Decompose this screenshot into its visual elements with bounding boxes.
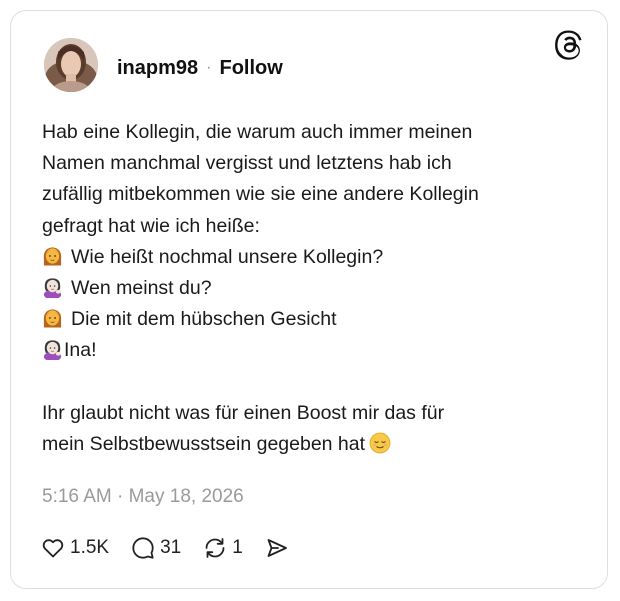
dialogue-text: Ina!: [64, 339, 97, 362]
post-text-line: gefragt hat wie ich heiße:: [42, 214, 260, 237]
threads-post-card: inapm98 · Follow Hab eine Kollegin, die …: [10, 10, 608, 589]
header-separator: ·: [206, 59, 212, 76]
reply-count: 31: [160, 537, 182, 558]
post-text-line: Namen manchmal vergisst und letztens hab…: [42, 152, 452, 175]
threads-logo-icon[interactable]: [555, 30, 585, 60]
dialogue-line: Die mit dem hübschen Gesicht: [42, 304, 582, 335]
send-icon: [267, 539, 287, 557]
dialogue-line: Wie heißt nochmal unsere Kollegin?: [42, 242, 582, 273]
share-button[interactable]: [265, 536, 289, 560]
woman-emoji: [43, 247, 62, 266]
dialogue-line: Wen meinst du?: [42, 273, 582, 304]
post-text-line: zufällig mitbekommen wie sie eine andere…: [42, 183, 479, 206]
dialogue-text: Wie heißt nochmal unsere Kollegin?: [71, 245, 384, 268]
dialogue-line: Ina!: [42, 335, 582, 366]
woman-emoji: [43, 309, 62, 328]
comment-icon: [132, 537, 154, 559]
reply-button[interactable]: 31: [131, 536, 181, 560]
repost-count: 1: [232, 537, 243, 558]
woman-tipping-hand-emoji: [43, 340, 62, 361]
woman-tipping-hand-emoji: [43, 278, 62, 299]
username-link[interactable]: inapm98: [117, 57, 198, 80]
post-body: Hab eine Kollegin, die warum auch immer …: [42, 117, 582, 460]
dialogue-text: Wen meinst du?: [71, 277, 212, 300]
avatar[interactable]: [44, 38, 98, 92]
like-button[interactable]: 1.5K: [41, 536, 109, 560]
post-text-segment: mein Selbstbewusstsein gegeben hat: [42, 433, 366, 456]
repost-button[interactable]: 1: [203, 536, 243, 560]
like-count: 1.5K: [70, 537, 110, 558]
repost-icon: [205, 538, 225, 558]
post-header: inapm98 · Follow: [117, 55, 283, 81]
post-text-line: Hab eine Kollegin, die warum auch immer …: [42, 121, 473, 143]
heart-icon: [42, 539, 64, 558]
dialogue-text: Die mit dem hübschen Gesicht: [71, 308, 337, 331]
post-text-line: mein Selbstbewusstsein gegeben hat: [42, 429, 582, 460]
relieved-face-emoji: [369, 432, 391, 454]
action-bar: 1.5K 31 1: [41, 533, 311, 563]
follow-button[interactable]: Follow: [219, 57, 282, 80]
post-text-line: Ihr glaubt nicht was für einen Boost mir…: [42, 401, 445, 424]
post-timestamp[interactable]: 5:16 AM · May 18, 2026: [42, 486, 244, 508]
